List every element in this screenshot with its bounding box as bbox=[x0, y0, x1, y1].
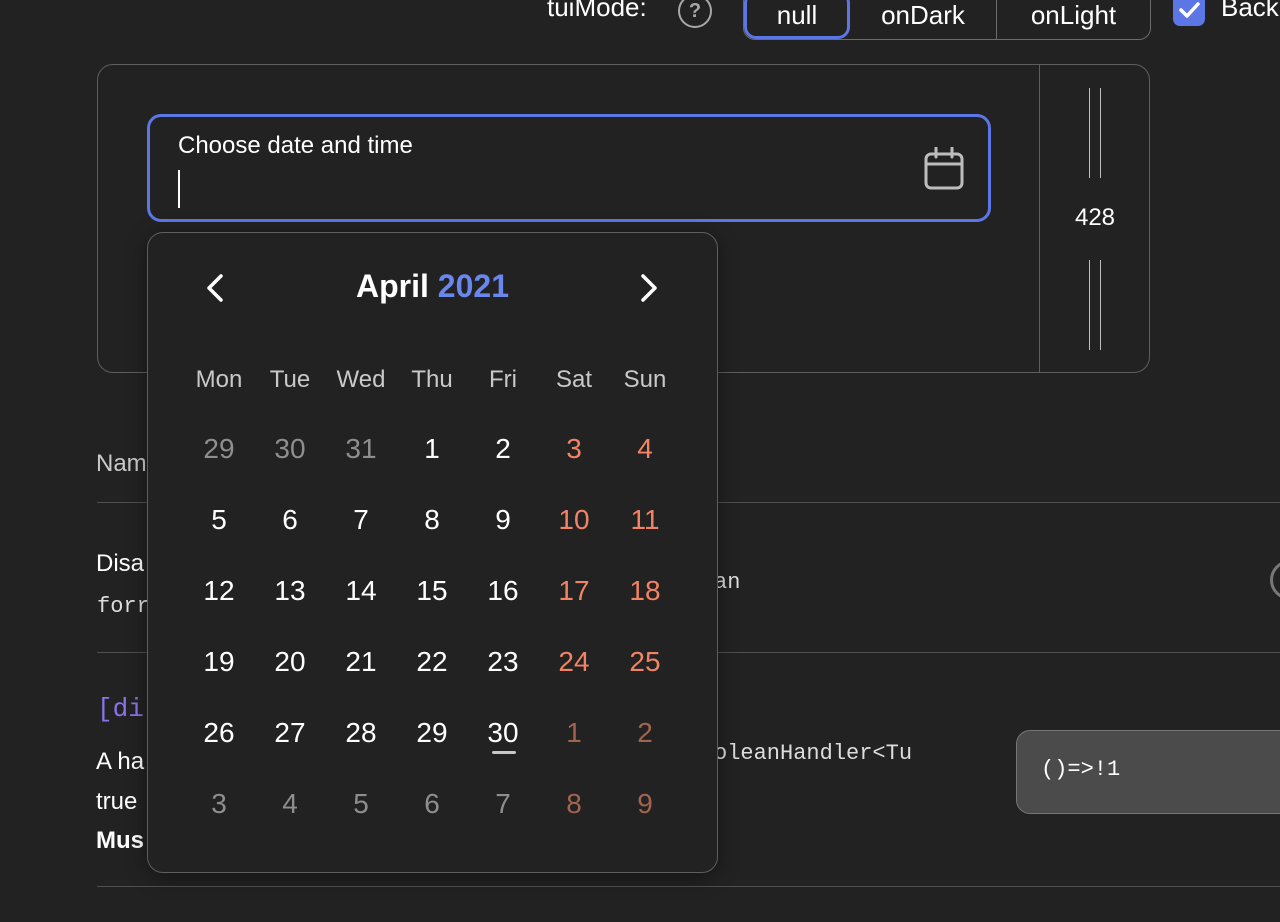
calendar-day[interactable]: 8 bbox=[544, 779, 604, 829]
calendar-day[interactable]: 3 bbox=[189, 779, 249, 829]
calendar-day[interactable]: 21 bbox=[331, 637, 391, 687]
date-time-input-label: Choose date and time bbox=[178, 132, 413, 159]
row2-description-line1: A ha bbox=[96, 748, 145, 775]
calendar-day[interactable]: 2 bbox=[615, 708, 675, 758]
calendar-day[interactable]: 23 bbox=[473, 637, 533, 687]
text-caret bbox=[178, 170, 180, 208]
row1-mono: forr bbox=[97, 594, 150, 619]
calendar-day[interactable]: 10 bbox=[544, 495, 604, 545]
calendar-day[interactable]: 14 bbox=[331, 566, 391, 616]
calendar-day[interactable]: 19 bbox=[189, 637, 249, 687]
calendar-day[interactable]: 15 bbox=[402, 566, 462, 616]
background-checkbox-label: Back bbox=[1221, 0, 1279, 22]
calendar-day[interactable]: 2 bbox=[473, 424, 533, 474]
table-header-name: Nam bbox=[96, 450, 147, 477]
divider bbox=[97, 886, 1280, 887]
calendar-day[interactable]: 29 bbox=[189, 424, 249, 474]
calendar-day[interactable]: 18 bbox=[615, 566, 675, 616]
calendar-day[interactable]: 31 bbox=[331, 424, 391, 474]
demo-width-value: 428 bbox=[1074, 204, 1116, 231]
calendar-day[interactable]: 9 bbox=[473, 495, 533, 545]
calendar-day[interactable]: 26 bbox=[189, 708, 249, 758]
weekday-header: Mon bbox=[195, 366, 243, 393]
next-month-chevron-right-icon[interactable] bbox=[629, 268, 669, 308]
calendar-day[interactable]: 5 bbox=[331, 779, 391, 829]
mode-label: tuiMode: bbox=[547, 0, 647, 22]
calendar-day[interactable]: 1 bbox=[544, 708, 604, 758]
weekday-header: Thu bbox=[411, 366, 453, 393]
today-indicator bbox=[492, 751, 516, 754]
calendar-day[interactable]: 13 bbox=[260, 566, 320, 616]
calendar-day[interactable]: 1 bbox=[402, 424, 462, 474]
calendar-day[interactable]: 6 bbox=[402, 779, 462, 829]
row2-attribute: [di bbox=[97, 694, 144, 724]
weekday-header: Tue bbox=[269, 366, 311, 393]
weekday-header: Sat bbox=[555, 366, 593, 393]
weekday-header: Sun bbox=[623, 366, 667, 393]
calendar-icon[interactable] bbox=[924, 147, 964, 191]
calendar-day[interactable]: 20 bbox=[260, 637, 320, 687]
month-name[interactable]: April bbox=[356, 268, 429, 304]
mode-option-null[interactable]: null bbox=[744, 0, 850, 39]
calendar-day[interactable]: 27 bbox=[260, 708, 320, 758]
background-checkbox[interactable] bbox=[1173, 0, 1205, 26]
mode-segmented-control: null onDark onLight bbox=[743, 0, 1151, 40]
calendar-day[interactable]: 25 bbox=[615, 637, 675, 687]
row2-code-value: ()=>!1 bbox=[1041, 757, 1121, 782]
calendar-day[interactable]: 30 bbox=[260, 424, 320, 474]
calendar-day[interactable]: 24 bbox=[544, 637, 604, 687]
help-icon[interactable]: ? bbox=[678, 0, 712, 28]
calendar-day[interactable]: 6 bbox=[260, 495, 320, 545]
calendar-day[interactable]: 11 bbox=[615, 495, 675, 545]
row2-description-line2: true bbox=[96, 788, 138, 815]
calendar-dropdown bbox=[147, 232, 718, 873]
calendar-day[interactable]: 7 bbox=[331, 495, 391, 545]
calendar-day[interactable]: 7 bbox=[473, 779, 533, 829]
mode-option-ondark[interactable]: onDark bbox=[850, 0, 997, 39]
year-label[interactable]: 2021 bbox=[438, 268, 509, 304]
weekday-header: Fri bbox=[489, 366, 517, 393]
calendar-day[interactable]: 12 bbox=[189, 566, 249, 616]
calendar-day[interactable]: 29 bbox=[402, 708, 462, 758]
resize-handle-top[interactable] bbox=[1089, 88, 1101, 178]
calendar-day[interactable]: 4 bbox=[260, 779, 320, 829]
resize-handle-bottom[interactable] bbox=[1089, 260, 1101, 350]
row2-type: oleanHandler<Tu bbox=[714, 741, 913, 766]
calendar-day[interactable]: 17 bbox=[544, 566, 604, 616]
calendar-day[interactable]: 28 bbox=[331, 708, 391, 758]
calendar-day[interactable]: 5 bbox=[189, 495, 249, 545]
checkmark-icon bbox=[1179, 2, 1200, 18]
row2-description-line3: Mus bbox=[96, 827, 144, 854]
calendar-day[interactable]: 22 bbox=[402, 637, 462, 687]
calendar-day[interactable]: 3 bbox=[544, 424, 604, 474]
row1-description: Disa bbox=[96, 550, 145, 577]
calendar-day[interactable]: 4 bbox=[615, 424, 675, 474]
calendar-day[interactable]: 9 bbox=[615, 779, 675, 829]
weekday-header: Wed bbox=[336, 366, 386, 393]
mode-option-onlight[interactable]: onLight bbox=[997, 0, 1150, 39]
calendar-day[interactable]: 16 bbox=[473, 566, 533, 616]
calendar-day[interactable]: 8 bbox=[402, 495, 462, 545]
date-time-input[interactable] bbox=[147, 114, 991, 222]
row1-toggle[interactable] bbox=[1270, 560, 1280, 600]
